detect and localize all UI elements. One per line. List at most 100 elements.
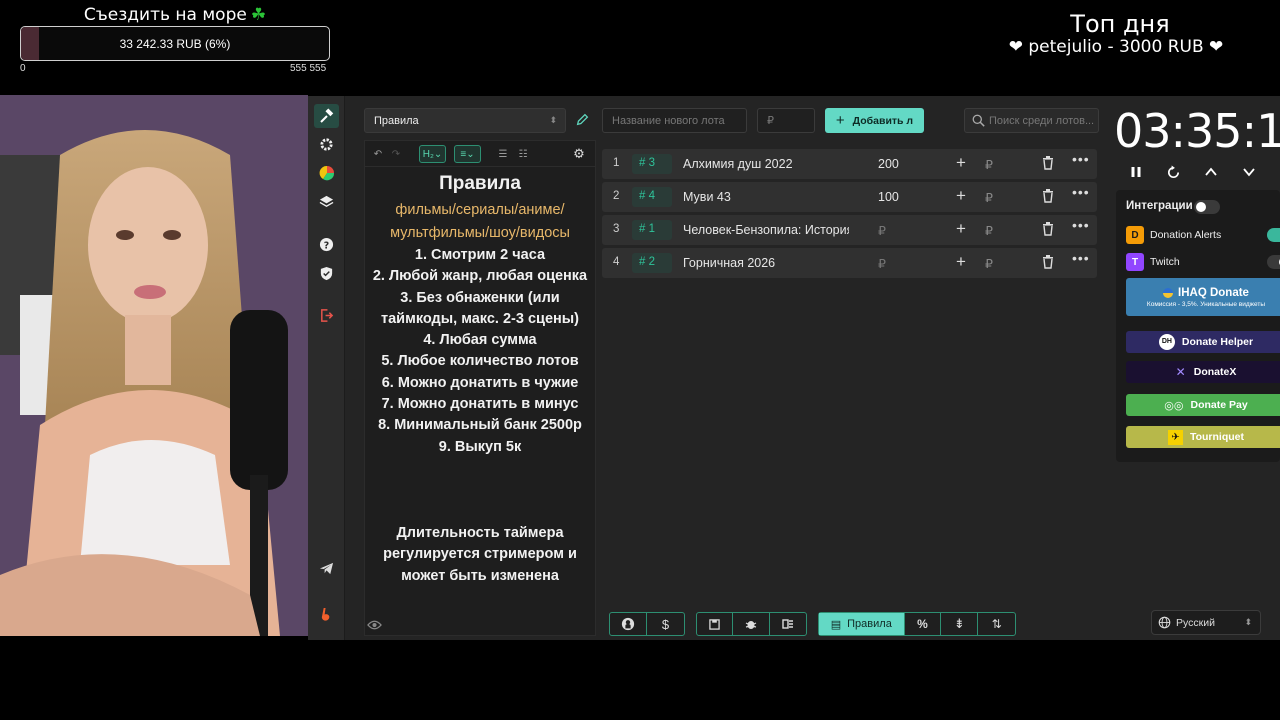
language-select[interactable]: Русский ⬍ [1151, 610, 1261, 635]
ihaq-donate-button[interactable]: IHAQ Donate Комиссия - 3,5%. Уникальные … [1126, 278, 1280, 316]
rules-item: 9. Выкуп 5к [438, 438, 522, 455]
redo-icon[interactable]: ↷ [389, 145, 403, 163]
lot-row: 4 # 2 Горничная 2026 ₽ + ₽ ••• [602, 248, 1097, 278]
chevron-down-icon[interactable] [1239, 162, 1259, 182]
integrations-panel: Интеграции D Donation Alerts T Twitch IH… [1116, 190, 1280, 462]
github-icon[interactable] [610, 613, 648, 635]
lot-add-amount-field[interactable]: ₽ [985, 157, 993, 172]
donation-alerts-toggle[interactable] [1267, 228, 1280, 242]
shield-icon[interactable] [314, 261, 339, 285]
save-icon[interactable] [697, 613, 734, 635]
split-icon[interactable]: ⇟ [941, 613, 979, 635]
lot-id-badge[interactable]: # 3 [632, 154, 672, 174]
rules-preset-select[interactable]: Правила ⬍ [364, 108, 566, 133]
sort-icon[interactable]: ⇅ [978, 613, 1015, 635]
donate-pay-button[interactable]: ◎◎ Donate Pay [1126, 394, 1280, 416]
donatepay-icon: ◎◎ [1164, 399, 1184, 412]
wheel-icon[interactable] [314, 161, 339, 185]
numbered-list-icon[interactable]: ☷ [515, 145, 531, 163]
lot-amount[interactable]: ₽ [878, 256, 886, 271]
rules-content: Правила фильмы/сериалы/аниме/ мультфильм… [365, 171, 595, 458]
rules-item: 5. Любое количество лотов [381, 353, 579, 370]
lot-name[interactable]: Муви 43 [683, 190, 849, 204]
lot-add-amount-field[interactable]: ₽ [985, 190, 993, 205]
goal-progress-bar: 33 242.33 RUB (6%) [20, 26, 330, 61]
more-icon[interactable]: ••• [1072, 184, 1090, 200]
help-icon[interactable]: ? [314, 232, 339, 256]
ukraine-icon [1163, 287, 1174, 298]
lot-amount[interactable]: 100 [878, 190, 899, 204]
clear-list-icon[interactable] [770, 613, 806, 635]
lot-add-amount-field[interactable]: ₽ [985, 256, 993, 271]
add-amount-icon[interactable]: + [956, 219, 966, 239]
add-lot-button[interactable]: + Добавить л [825, 108, 924, 133]
donate-helper-button[interactable]: DH Donate Helper [1126, 331, 1280, 353]
editor-toolbar: ↶ ↷ H₂ ⌄ ≡ ⌄ ☰ ☷ ⚙ [365, 141, 595, 167]
sidebar: ? [308, 96, 345, 640]
lot-index: 4 [613, 256, 620, 268]
donate-helper-label: Donate Helper [1181, 336, 1254, 348]
telegram-icon[interactable] [314, 556, 339, 580]
trash-icon[interactable] [1042, 156, 1054, 173]
lot-row: 3 # 1 Человек-Бензопила: История ₽ + ₽ •… [602, 215, 1097, 245]
more-icon[interactable]: ••• [1072, 217, 1090, 233]
dollar-icon[interactable]: $ [647, 613, 684, 635]
lot-name[interactable]: Человек-Бензопила: История [683, 223, 849, 237]
bullet-list-icon[interactable]: ☰ [495, 145, 511, 163]
logout-icon[interactable] [314, 303, 339, 327]
lot-search-input[interactable]: Поиск среди лотов... [964, 108, 1099, 133]
lot-name[interactable]: Алхимия душ 2022 [683, 157, 849, 171]
lot-row: 1 # 3 Алхимия душ 2022 200 + ₽ ••• [602, 149, 1097, 179]
view-group: ▤ Правила % ⇟ ⇅ [818, 612, 1016, 636]
rules-item: 2. Любой жанр, любая оценка [372, 268, 588, 285]
lot-index: 3 [613, 223, 620, 235]
goal-title-text: Съездить на море [83, 5, 247, 25]
donatex-button[interactable]: ✕ DonateX [1126, 361, 1280, 383]
eye-icon[interactable] [367, 618, 382, 636]
align-select[interactable]: ≡ ⌄ [454, 145, 481, 163]
chevron-up-icon[interactable] [1201, 162, 1221, 182]
lot-amount[interactable]: 200 [878, 157, 899, 171]
more-icon[interactable]: ••• [1072, 250, 1090, 266]
new-lot-name-input[interactable]: Название нового лота [602, 108, 747, 133]
lot-id-badge[interactable]: # 1 [632, 220, 672, 240]
lot-row: 2 # 4 Муви 43 100 + ₽ ••• [602, 182, 1097, 212]
pencil-icon[interactable] [576, 113, 589, 131]
add-amount-icon[interactable]: + [956, 186, 966, 206]
add-lot-label: Добавить л [852, 114, 914, 127]
gear-icon[interactable] [314, 132, 339, 156]
percent-button[interactable]: % [905, 613, 942, 635]
more-icon[interactable]: ••• [1072, 151, 1090, 167]
trash-icon[interactable] [1042, 222, 1054, 239]
layers-icon[interactable] [314, 189, 339, 213]
hammer-icon[interactable] [314, 104, 339, 128]
pause-icon[interactable] [1126, 162, 1146, 182]
lot-id-badge[interactable]: # 4 [632, 187, 672, 207]
rules-editor[interactable]: ↶ ↷ H₂ ⌄ ≡ ⌄ ☰ ☷ ⚙ Правила фильмы/сериалы/… [364, 140, 596, 636]
bug-icon[interactable] [733, 613, 770, 635]
undo-icon[interactable]: ↶ [371, 145, 385, 163]
rules-item: 4. Любая сумма [423, 332, 537, 349]
trash-icon[interactable] [1042, 255, 1054, 272]
integrations-toggle[interactable] [1194, 200, 1220, 214]
lot-name[interactable]: Горничная 2026 [683, 256, 849, 270]
reset-icon[interactable] [1163, 162, 1183, 182]
goal-max-label: 555 555 [290, 63, 327, 74]
heading-select[interactable]: H₂ ⌄ [419, 145, 446, 163]
add-amount-icon[interactable]: + [956, 153, 966, 173]
amount-placeholder: ₽ [767, 115, 774, 127]
lot-index: 2 [613, 190, 620, 202]
settings-icon[interactable]: ⚙ [571, 145, 587, 163]
twitch-toggle[interactable] [1267, 255, 1280, 269]
donatex-label: DonateX [1193, 366, 1237, 378]
tourniquet-button[interactable]: ✈ Tourniquet [1126, 426, 1280, 448]
trash-icon[interactable] [1042, 189, 1054, 206]
new-lot-amount-input[interactable]: ₽ [757, 108, 815, 133]
lot-add-amount-field[interactable]: ₽ [985, 223, 993, 238]
lot-amount[interactable]: ₽ [878, 223, 886, 238]
rules-toggle-button[interactable]: ▤ Правила [819, 613, 905, 635]
add-amount-icon[interactable]: + [956, 252, 966, 272]
rules-item: 6. Можно донатить в чужие [381, 374, 579, 391]
lot-id-badge[interactable]: # 2 [632, 253, 672, 273]
boosty-icon[interactable] [314, 602, 339, 626]
